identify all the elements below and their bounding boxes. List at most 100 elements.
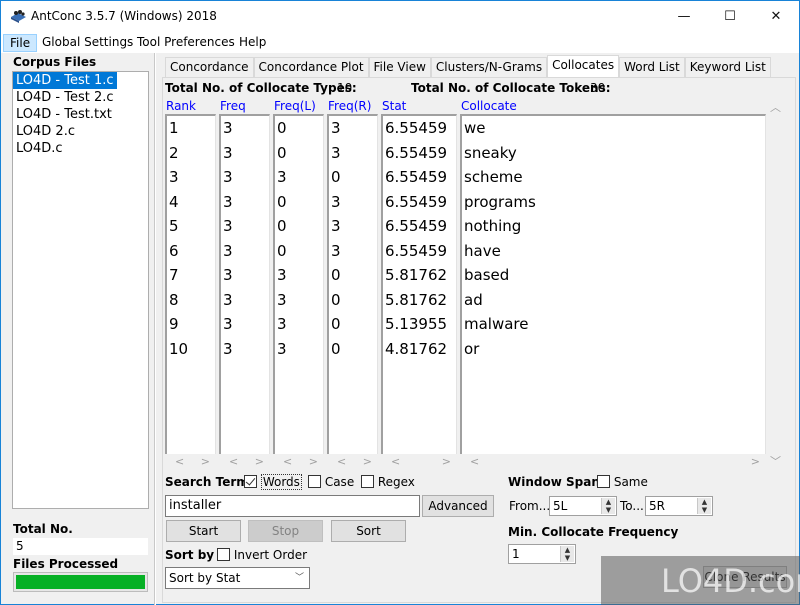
from-label: From... <box>509 499 551 513</box>
table-cell: nothing <box>464 217 522 235</box>
spinner-arrows-icon[interactable]: ▲ ▼ <box>560 546 574 562</box>
scroll-left-icon[interactable]: < <box>337 455 346 468</box>
scroll-left-icon[interactable]: < <box>470 455 479 468</box>
column-scrollbar[interactable]: < > <box>165 455 216 469</box>
tab-collocates[interactable]: Collocates <box>547 55 620 77</box>
table-cell: 3 <box>331 217 341 235</box>
tab-file-view[interactable]: File View <box>368 57 431 77</box>
case-checkbox-box[interactable] <box>308 475 321 488</box>
column-scrollbar[interactable]: < > <box>219 455 270 469</box>
minimize-button[interactable]: — <box>661 1 707 32</box>
scroll-right-icon[interactable]: > <box>255 455 264 468</box>
column-scrollbar[interactable]: < > <box>327 455 378 469</box>
table-cell: ad <box>464 290 483 309</box>
table-cell: 0 <box>331 168 341 186</box>
table-cell: 6.55459 <box>385 241 448 260</box>
stop-button[interactable]: Stop <box>248 520 323 542</box>
min-collocate-frequency-spinner[interactable]: 1 ▲ ▼ <box>508 544 576 564</box>
files-processed-label: Files Processed <box>13 557 119 571</box>
column-header-collocate[interactable]: Collocate <box>461 99 517 113</box>
search-term-input[interactable]: installer <box>165 495 420 517</box>
scroll-down-icon[interactable]: ﹀ <box>770 453 781 469</box>
scroll-right-icon[interactable]: > <box>751 455 760 468</box>
column-stat[interactable]: 6.55459 6.55459 6.55459 6.55459 6.55459 6.554… <box>381 114 457 454</box>
scroll-right-icon[interactable]: > <box>309 455 318 468</box>
column-freq-r[interactable]: 3 3 0 3 3 3 0 0 0 0 <box>327 114 378 454</box>
tab-clusters-ngrams[interactable]: Clusters/N-Grams <box>430 57 548 77</box>
close-button[interactable]: ✕ <box>753 1 799 32</box>
scroll-right-icon[interactable]: > <box>363 455 372 468</box>
scroll-left-icon[interactable]: < <box>283 455 292 468</box>
table-cell: 3 <box>277 290 287 309</box>
window-span-to-spinner[interactable]: 5R ▲ ▼ <box>645 496 713 516</box>
scroll-left-icon[interactable]: < <box>175 455 184 468</box>
table-cell: 3 <box>223 192 233 211</box>
scroll-right-icon[interactable]: > <box>442 455 451 468</box>
column-header-freq[interactable]: Freq <box>220 99 246 113</box>
invert-order-checkbox-box[interactable] <box>217 548 230 561</box>
column-freq-l[interactable]: 0 0 3 0 0 0 3 3 3 3 <box>273 114 324 454</box>
table-cell: 3 <box>223 143 233 162</box>
tab-concordance-plot[interactable]: Concordance Plot <box>253 57 369 77</box>
same-checkbox[interactable]: Same <box>597 475 648 489</box>
corpus-file-list[interactable]: LO4D - Test 1.c LO4D - Test 2.c LO4D - T… <box>12 71 149 509</box>
column-scrollbar[interactable]: < > <box>381 455 457 469</box>
collocate-types-label: Total No. of Collocate Types: <box>165 81 357 95</box>
sort-by-select[interactable]: Sort by Stat ﹀ <box>165 567 310 589</box>
spinner-arrows-icon[interactable]: ▲ ▼ <box>697 498 711 514</box>
spinner-arrows-icon[interactable]: ▲ ▼ <box>601 498 615 514</box>
maximize-button[interactable]: ☐ <box>707 1 753 32</box>
table-cell: 0 <box>277 241 287 260</box>
menu-global-settings[interactable]: Global Settings <box>36 34 139 52</box>
advanced-button[interactable]: Advanced <box>422 495 494 517</box>
column-scrollbar[interactable]: < > <box>460 455 766 469</box>
tab-word-list[interactable]: Word List <box>619 57 685 77</box>
table-cell: 5 <box>169 217 179 235</box>
column-header-freq-r[interactable]: Freq(R) <box>328 99 371 113</box>
table-cell: based <box>464 266 510 284</box>
scroll-right-icon[interactable]: > <box>201 455 210 468</box>
regex-checkbox-box[interactable] <box>361 475 374 488</box>
scroll-left-icon[interactable]: < <box>229 455 238 468</box>
words-checkbox[interactable]: Words <box>244 474 302 490</box>
menu-help[interactable]: Help <box>233 34 272 52</box>
scroll-left-icon[interactable]: < <box>391 455 400 468</box>
window-span-from-spinner[interactable]: 5L ▲ ▼ <box>549 496 617 516</box>
splitter[interactable] <box>154 53 156 605</box>
file-item[interactable]: LO4D - Test 1.c <box>13 72 148 89</box>
column-collocate[interactable]: we sneaky scheme programs nothing have based ad… <box>460 114 766 454</box>
start-button[interactable]: Start <box>166 520 241 542</box>
invert-order-checkbox[interactable]: Invert Order <box>217 548 307 562</box>
scroll-up-icon[interactable]: ︿ <box>770 99 781 115</box>
regex-checkbox[interactable]: Regex <box>361 475 415 489</box>
table-cell: 1 <box>169 119 179 137</box>
to-value: 5R <box>649 499 665 513</box>
column-scrollbar[interactable]: < > <box>273 455 324 469</box>
column-header-freq-l[interactable]: Freq(L) <box>274 99 316 113</box>
vertical-scrollbar[interactable]: ︿ ﹀ <box>766 97 784 471</box>
column-freq[interactable]: 3 3 3 3 3 3 3 3 3 3 <box>219 114 270 454</box>
sort-button[interactable]: Sort <box>331 520 406 542</box>
table-cell: or <box>464 339 480 358</box>
same-checkbox-box[interactable] <box>597 475 610 488</box>
file-item[interactable]: LO4D - Test.txt <box>13 106 148 123</box>
table-cell: 9 <box>169 315 179 333</box>
file-item[interactable]: LO4D.c <box>13 140 148 157</box>
table-cell: 5.81762 <box>385 290 448 309</box>
tab-keyword-list[interactable]: Keyword List <box>684 57 771 77</box>
table-cell: 3 <box>223 266 233 284</box>
table-cell: 0 <box>331 266 341 284</box>
column-header-rank[interactable]: Rank <box>166 99 196 113</box>
table-cell: 6.55459 <box>385 168 448 186</box>
file-item[interactable]: LO4D 2.c <box>13 123 148 140</box>
tab-concordance[interactable]: Concordance <box>165 57 254 77</box>
table-cell: 3 <box>223 119 233 137</box>
file-item[interactable]: LO4D - Test 2.c <box>13 89 148 106</box>
column-rank[interactable]: 1 2 3 4 5 6 7 8 9 10 <box>165 114 216 454</box>
column-header-stat[interactable]: Stat <box>382 99 406 113</box>
menu-tool-preferences[interactable]: Tool Preferences <box>131 34 241 52</box>
menu-file[interactable]: File <box>3 34 38 52</box>
table-cell: malware <box>464 315 529 333</box>
case-checkbox[interactable]: Case <box>308 475 354 489</box>
words-checkbox-box[interactable] <box>244 475 257 488</box>
